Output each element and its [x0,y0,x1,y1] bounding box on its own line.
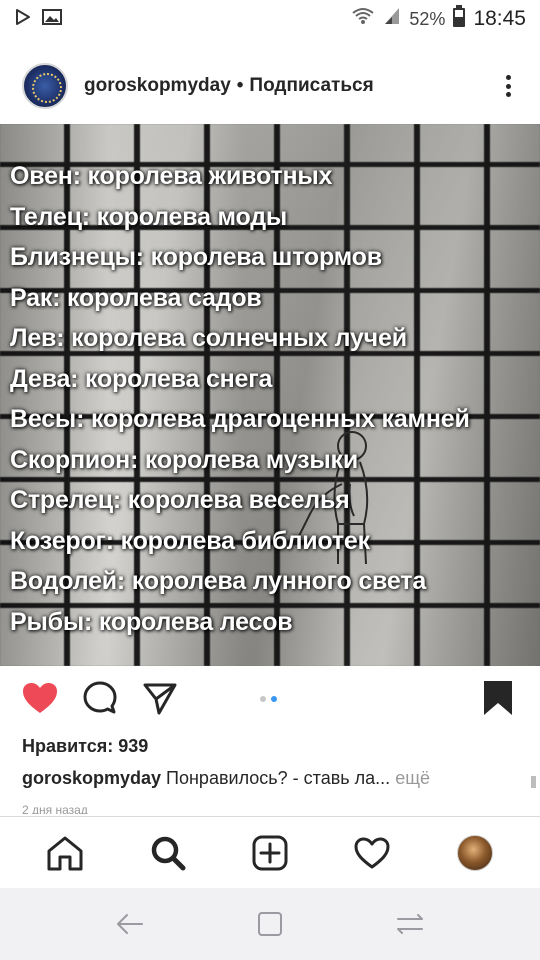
post-image[interactable]: Овен: королева животных Телец: королева … [0,124,540,666]
bottom-nav [0,816,540,888]
image-icon [42,8,62,31]
signal-icon [383,6,401,32]
status-right: 52% 18:45 [351,5,526,33]
android-nav-bar [0,888,540,960]
more-dot-icon [505,92,511,97]
comment-icon [83,681,117,714]
activity-heart-icon [354,837,390,868]
more-options-button[interactable] [498,69,518,103]
post-actions [0,666,540,730]
carousel-dot [260,696,266,702]
image-text-block: Овен: королева животных Телец: королева … [10,156,540,642]
more-dot-icon [505,75,511,80]
caption-text: Понравилось? - ставь ла... [161,768,391,788]
new-post-icon [252,835,288,870]
caption-more-link[interactable]: ещё [390,768,430,788]
clock: 18:45 [473,7,526,30]
likes-count[interactable]: Нравится: 939 [22,736,148,757]
home-icon [47,836,83,870]
bookmark-filled-icon [484,681,512,715]
like-button[interactable] [20,678,60,718]
nav-activity[interactable] [348,829,396,877]
nav-search[interactable] [144,829,192,877]
carousel-dot-active [271,696,277,702]
battery-icon [453,5,466,33]
menu-button[interactable] [390,904,430,944]
status-bar: 52% 18:45 [0,0,540,38]
image-text-line: Лев: королева солнечных лучей [10,324,407,352]
menu-icon [397,914,423,934]
share-button[interactable] [140,678,180,718]
post-caption: goroskopmyday Понравилось? - ставь ла...… [22,768,430,789]
comment-button[interactable] [80,678,120,718]
send-icon [143,683,177,715]
image-text-line: Близнецы: королева штормов [10,243,382,271]
play-store-icon [14,8,32,31]
image-text-line: Скорпион: королева музыки [10,445,359,474]
heart-filled-icon [23,683,57,713]
save-button[interactable] [478,678,518,718]
profile-avatar [456,834,493,871]
home-button[interactable] [250,904,290,944]
image-text-line: Овен: королева животных [10,162,333,190]
status-left [14,8,62,31]
header-text: goroskopmyday • Подписаться [84,75,374,97]
post-timestamp: 2 дня назад [22,803,88,814]
image-text-line: Козерог: королева библиотек [10,526,370,555]
search-icon [151,836,186,870]
wifi-icon [351,6,375,32]
image-text-line: Дева: королева снега [10,364,273,393]
header-separator: • [236,75,244,96]
image-text-line: Стрелец: королева веселья [10,486,350,514]
nav-profile[interactable] [451,829,499,877]
caption-username[interactable]: goroskopmyday [22,768,161,788]
image-text-line: Телец: королева моды [10,202,288,231]
back-icon [117,914,143,934]
post-header: goroskopmyday • Подписаться [0,48,540,124]
account-avatar[interactable] [22,63,68,109]
image-text-line: Водолей: королева лунного света [10,567,427,595]
nav-home[interactable] [41,829,89,877]
account-username[interactable]: goroskopmyday [84,75,231,97]
battery-percent: 52% [409,8,446,29]
nav-new-post[interactable] [246,829,294,877]
carousel-indicator [260,696,277,702]
recents-icon [258,912,282,936]
image-text-line: Рак: королева садов [10,283,262,312]
more-dot-icon [505,83,511,89]
scrollbar[interactable] [531,776,536,788]
follow-button[interactable]: Подписаться [249,75,373,97]
image-text-line: Рыбы: королева лесов [10,607,293,636]
back-button[interactable] [110,904,150,944]
image-text-line: Весы: королева драгоценных камней [10,405,470,433]
